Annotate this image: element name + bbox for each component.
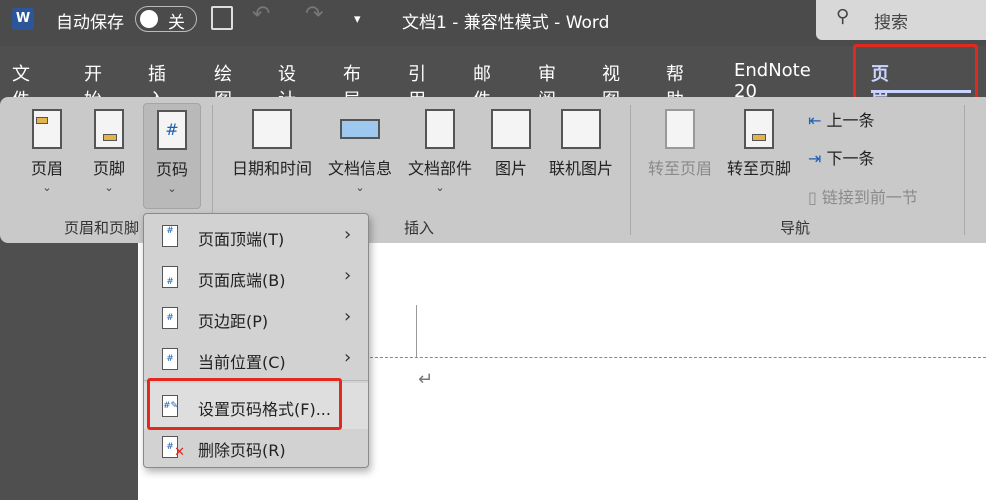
page-top-icon: # xyxy=(162,225,178,247)
online-pictures-button[interactable]: 联机图片 xyxy=(544,109,618,179)
go-to-footer-button[interactable]: 转至页脚 xyxy=(722,109,796,179)
quick-parts-icon xyxy=(425,109,455,149)
header-icon xyxy=(32,109,62,149)
menu-item-remove-page-numbers[interactable]: # ✕ 删除页码(R) xyxy=(144,427,368,468)
search-placeholder: 搜索 xyxy=(874,13,908,33)
paragraph-mark: ↵ xyxy=(418,369,434,390)
remove-page-number-icon: # ✕ xyxy=(162,436,185,460)
page-number-label: 页码 xyxy=(155,160,188,179)
submenu-arrow-icon: › xyxy=(344,265,352,286)
calendar-clock-icon xyxy=(252,109,292,149)
document-info-button[interactable]: 文档信息 ⌄ xyxy=(322,109,398,194)
submenu-arrow-icon: › xyxy=(344,347,352,368)
undo-icon[interactable]: ↶ xyxy=(252,2,270,27)
pictures-label: 图片 xyxy=(494,159,527,178)
date-time-label: 日期和时间 xyxy=(231,159,312,178)
go-to-header-icon xyxy=(665,109,695,149)
menu-item-current-position[interactable]: # 当前位置(C) › xyxy=(144,339,368,380)
pictures-button[interactable]: 图片 xyxy=(486,109,536,179)
toggle-state: 关 xyxy=(168,13,185,33)
online-picture-icon xyxy=(561,109,601,149)
group-label-insert: 插入 xyxy=(404,219,435,237)
page-margin-icon: # xyxy=(162,307,178,329)
submenu-arrow-icon: › xyxy=(344,224,352,245)
page-number-button[interactable]: # 页码 ⌄ xyxy=(143,103,201,209)
highlight-box-menu-item xyxy=(147,378,342,430)
menu-item-label: 当前位置(C) xyxy=(198,353,286,372)
page-number-icon: # xyxy=(157,110,187,150)
online-pictures-label: 联机图片 xyxy=(548,159,613,178)
footer-icon xyxy=(94,109,124,149)
next-button[interactable]: ⇥ 下一条 xyxy=(808,145,875,169)
go-to-header-button: 转至页眉 xyxy=(643,109,717,179)
document-info-icon xyxy=(340,119,380,139)
date-time-button[interactable]: 日期和时间 xyxy=(226,109,318,179)
previous-icon: ⇤ xyxy=(808,111,822,130)
link-to-previous-button: ▯ 链接到前一节 xyxy=(808,184,918,208)
word-logo-icon: W xyxy=(12,8,34,30)
group-label-header-footer: 页眉和页脚 xyxy=(64,219,140,237)
footer-label: 页脚 xyxy=(92,159,125,178)
autosave-label: 自动保存 xyxy=(56,13,124,33)
header-boundary xyxy=(370,357,986,358)
menu-item-top-of-page[interactable]: # 页面顶端(T) › xyxy=(144,216,368,257)
margin-mark xyxy=(416,305,417,357)
page-bottom-icon: # xyxy=(162,266,178,288)
quick-parts-button[interactable]: 文档部件 ⌄ xyxy=(402,109,478,194)
group-label-navigation: 导航 xyxy=(780,219,811,237)
quick-parts-label: 文档部件 xyxy=(407,159,472,178)
document-info-label: 文档信息 xyxy=(327,159,392,178)
highlight-box-tab xyxy=(853,44,978,104)
current-position-icon: # xyxy=(162,348,178,370)
next-icon: ⇥ xyxy=(808,149,822,168)
header-button[interactable]: 页眉 ⌄ xyxy=(20,109,74,194)
header-label: 页眉 xyxy=(30,159,63,178)
go-to-footer-label: 转至页脚 xyxy=(726,159,791,178)
previous-label: 上一条 xyxy=(826,111,875,130)
save-icon[interactable] xyxy=(211,6,233,30)
tab-endnote[interactable]: EndNote 20 xyxy=(734,60,811,102)
search-icon: ⚲ xyxy=(836,6,850,27)
go-to-header-label: 转至页眉 xyxy=(647,159,712,178)
next-label: 下一条 xyxy=(826,149,875,168)
search-box[interactable]: ⚲ 搜索 xyxy=(816,0,986,40)
autosave-toggle[interactable]: 关 xyxy=(135,6,197,33)
submenu-arrow-icon: › xyxy=(344,306,352,327)
menu-item-bottom-of-page[interactable]: # 页面底端(B) › xyxy=(144,257,368,298)
redo-icon[interactable]: ↷ xyxy=(305,2,323,27)
footer-button[interactable]: 页脚 ⌄ xyxy=(82,109,136,194)
customize-toolbar-icon[interactable]: ▾ xyxy=(354,12,361,27)
menu-item-label: 页面顶端(T) xyxy=(198,230,285,249)
go-to-footer-icon xyxy=(744,109,774,149)
menu-item-label: 页边距(P) xyxy=(198,312,269,331)
link-icon: ▯ xyxy=(808,188,817,207)
picture-icon xyxy=(491,109,531,149)
menu-item-page-margins[interactable]: # 页边距(P) › xyxy=(144,298,368,339)
link-to-previous-label: 链接到前一节 xyxy=(821,188,918,207)
document-title: 文档1 - 兼容性模式 - Word xyxy=(402,13,610,33)
menu-item-label: 删除页码(R) xyxy=(198,441,286,460)
previous-button[interactable]: ⇤ 上一条 xyxy=(808,107,875,131)
menu-item-label: 页面底端(B) xyxy=(198,271,286,290)
